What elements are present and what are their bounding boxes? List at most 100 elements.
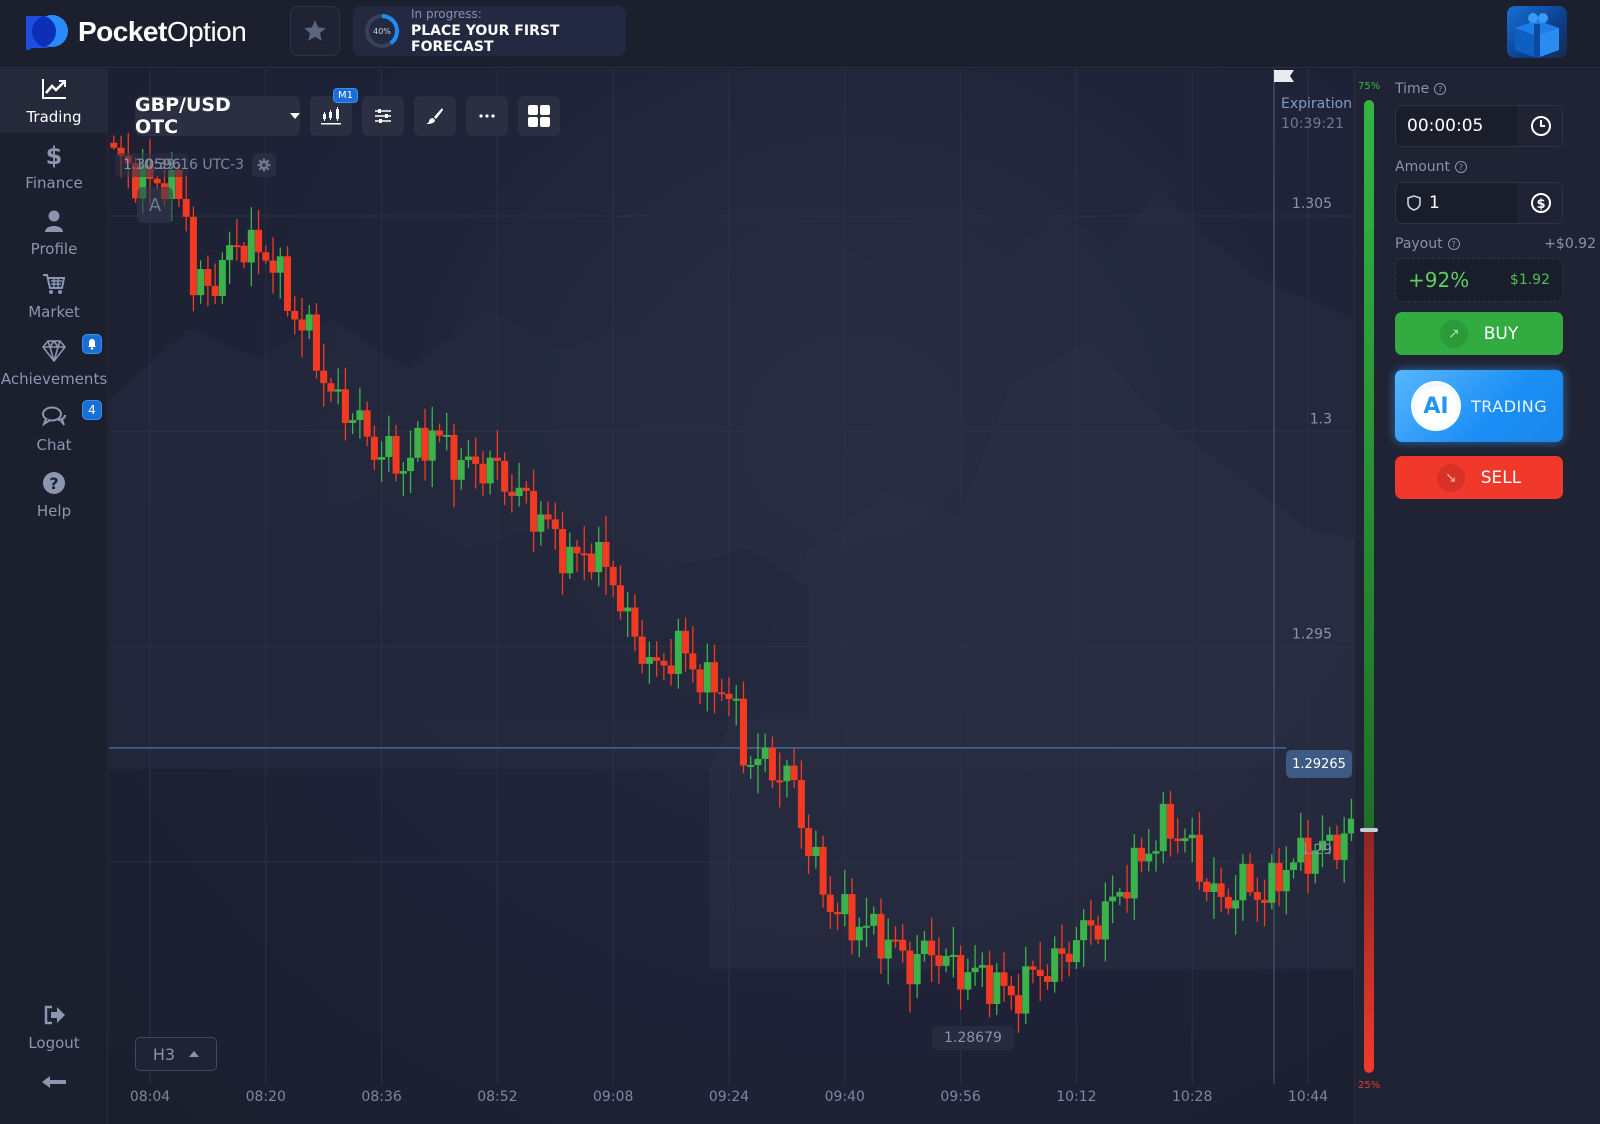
sidebar-item-profile[interactable]: Profile — [0, 201, 108, 265]
logout-button[interactable]: Logout — [0, 995, 108, 1059]
more-options-button[interactable] — [466, 96, 508, 136]
candle — [559, 511, 567, 595]
sentiment-down-fill — [1364, 829, 1374, 1073]
time-label: Time — [1395, 81, 1430, 97]
x-tick-label: 08:36 — [361, 1089, 401, 1105]
favorite-button[interactable] — [290, 6, 340, 56]
candle — [739, 681, 747, 774]
candle — [776, 752, 784, 808]
indicators-button[interactable] — [362, 96, 404, 136]
expiration-time-field[interactable]: 00:00:05 — [1395, 105, 1563, 147]
help-icon[interactable]: ? — [1434, 83, 1447, 95]
chart-line-icon — [42, 79, 66, 99]
payout-label: Payout — [1395, 236, 1443, 252]
candle-body — [479, 463, 487, 484]
help-icon[interactable]: ? — [1455, 161, 1468, 173]
candle — [920, 930, 928, 962]
candle — [515, 462, 523, 507]
candle — [298, 297, 306, 358]
buy-button[interactable]: ↗ BUY — [1395, 312, 1563, 355]
candle-body — [964, 972, 972, 990]
candle-body — [819, 846, 827, 895]
amount-label: Amount — [1395, 159, 1451, 175]
chart-settings-button[interactable] — [252, 153, 276, 177]
candle-body — [1290, 862, 1298, 870]
ai-trading-button[interactable]: AI TRADING — [1395, 370, 1563, 442]
candle-body — [674, 630, 682, 674]
chart-type-button[interactable]: M1 — [310, 88, 358, 136]
shield-icon — [1407, 195, 1421, 211]
indicators-icon — [375, 109, 391, 123]
candle — [1036, 941, 1044, 1002]
candle — [1333, 825, 1341, 870]
candle — [1224, 888, 1232, 915]
candle — [841, 869, 849, 927]
candle-body — [928, 940, 936, 956]
candle — [370, 425, 378, 470]
candle-body — [544, 514, 552, 520]
candle-body — [1239, 863, 1247, 901]
sidebar-item-finance[interactable]: $ Finance — [0, 135, 108, 199]
achievements-notification-badge — [82, 334, 102, 354]
candle — [1203, 878, 1211, 902]
candle-body — [421, 427, 429, 461]
candle-body — [595, 541, 603, 573]
candle-body — [834, 911, 842, 915]
chart-area[interactable]: 08:04 08:20 08:36 08:52 09:08 09:24 09:40 09:56… — [109, 69, 1354, 1124]
candle-body — [1166, 803, 1174, 839]
candle — [747, 756, 755, 779]
candle — [805, 814, 813, 875]
x-tick-label: 08:04 — [130, 1089, 170, 1105]
sidebar-item-help[interactable]: ? Help — [0, 463, 108, 527]
amount-field[interactable]: 1 $ — [1395, 182, 1563, 224]
candle-body — [609, 566, 617, 586]
candle — [899, 924, 907, 963]
sell-button[interactable]: ↘ SELL — [1395, 456, 1563, 499]
auto-scale-button[interactable]: A — [137, 187, 173, 223]
candle — [855, 917, 863, 958]
asset-selector[interactable]: GBP/USD OTC — [135, 94, 300, 138]
layout-button[interactable] — [518, 96, 560, 136]
candle-body — [1094, 925, 1102, 940]
help-icon[interactable]: ? — [1447, 238, 1460, 250]
candle — [638, 619, 646, 674]
candlestick-chart[interactable]: 08:04 08:20 08:36 08:52 09:08 09:24 09:40 09:56… — [109, 69, 1354, 1124]
candle-body — [826, 894, 834, 912]
candle-body — [211, 285, 219, 296]
candle — [1007, 975, 1015, 1010]
sidebar-item-trading[interactable]: Trading — [0, 69, 108, 133]
candle-body — [1087, 920, 1095, 926]
candle — [1087, 899, 1095, 945]
candle — [457, 448, 465, 490]
candle — [291, 296, 299, 335]
drawing-tools-button[interactable] — [414, 96, 456, 136]
candle-body — [349, 420, 357, 424]
chat-unread-badge: 4 — [82, 400, 102, 420]
candle — [682, 617, 690, 672]
candle-body — [1123, 892, 1131, 899]
candle — [732, 685, 740, 726]
timeframe-selector[interactable]: H3 — [135, 1037, 217, 1071]
currency-button[interactable]: $ — [1518, 183, 1562, 223]
time-picker-button[interactable] — [1518, 106, 1562, 146]
candle — [587, 543, 595, 580]
candle — [327, 378, 335, 403]
candle-body — [276, 256, 284, 273]
logo[interactable]: PocketOption — [24, 14, 247, 52]
candle — [1094, 915, 1102, 945]
sidebar-item-market[interactable]: Market — [0, 264, 108, 328]
candle — [870, 906, 878, 935]
candle — [826, 876, 834, 930]
x-tick-label: 10:12 — [1056, 1089, 1096, 1105]
sentiment-down-percent: 25% — [1358, 1080, 1381, 1091]
candle-body — [1203, 881, 1211, 892]
onboarding-progress-card[interactable]: 40% In progress: PLACE YOUR FIRST FORECA… — [353, 6, 626, 56]
collapse-sidebar-button[interactable] — [40, 1073, 68, 1095]
dollar-circle-icon: $ — [1530, 193, 1551, 213]
gift-button[interactable] — [1507, 6, 1567, 58]
chat-icon — [41, 406, 66, 427]
time-value[interactable]: 00:00:05 — [1396, 116, 1518, 136]
candle — [247, 207, 255, 287]
logo-text-light: Option — [166, 16, 247, 47]
candle — [703, 643, 711, 712]
